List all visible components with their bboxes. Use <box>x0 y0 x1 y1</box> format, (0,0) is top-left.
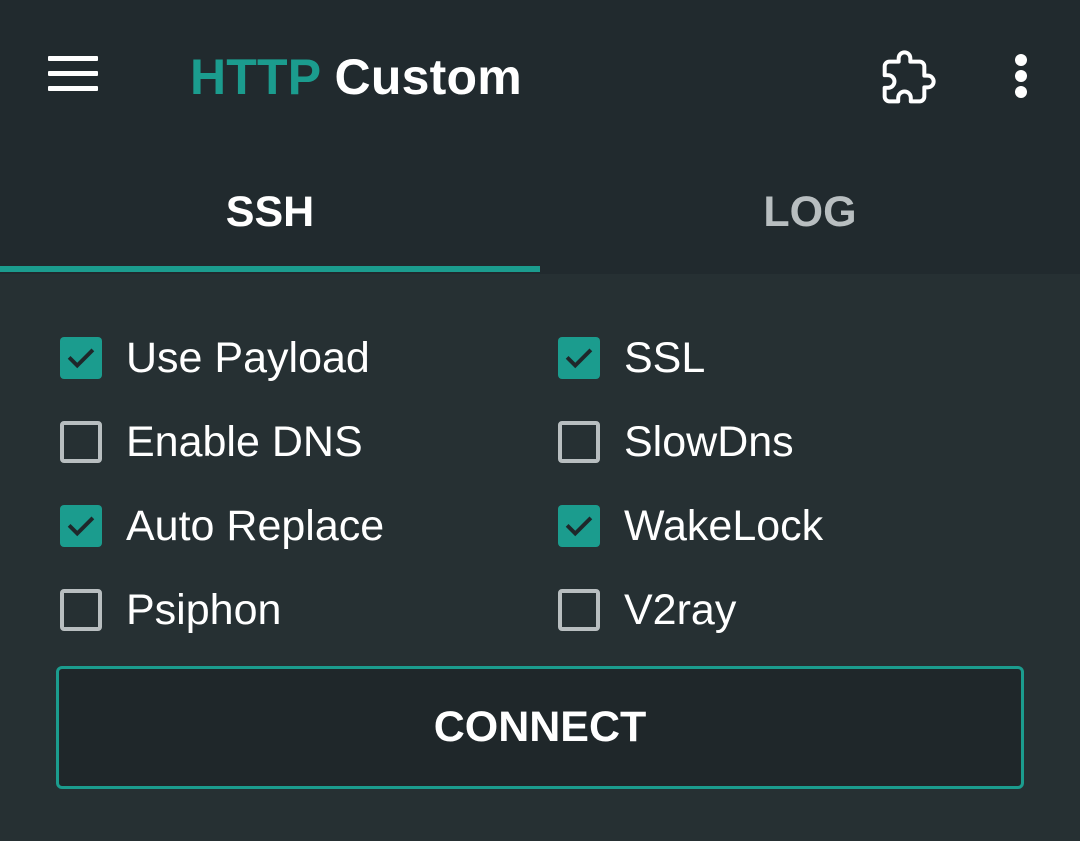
connect-button[interactable]: CONNECT <box>56 666 1024 789</box>
checkbox-checked-icon[interactable] <box>558 505 600 547</box>
option-slowdns[interactable]: SlowDns <box>558 412 794 472</box>
app-title: HTTP Custom <box>190 46 522 108</box>
option-label: V2ray <box>624 586 737 634</box>
option-label: Use Payload <box>126 334 370 382</box>
option-enable-dns[interactable]: Enable DNS <box>60 412 363 472</box>
option-label: WakeLock <box>624 502 824 550</box>
app-title-rest: Custom <box>334 49 522 105</box>
option-wakelock[interactable]: WakeLock <box>558 496 823 556</box>
tab-bar: SSH LOG <box>0 152 1080 274</box>
active-tab-indicator <box>0 266 540 272</box>
option-psiphon[interactable]: Psiphon <box>60 580 281 640</box>
tab-log[interactable]: LOG <box>540 152 1080 274</box>
app-toolbar: HTTP Custom <box>0 0 1080 152</box>
option-label: SSL <box>624 334 706 382</box>
option-v2ray[interactable]: V2ray <box>558 580 736 640</box>
tab-ssh[interactable]: SSH <box>0 152 540 274</box>
app-title-accent: HTTP <box>190 49 321 105</box>
hamburger-menu-icon[interactable] <box>48 56 98 92</box>
option-ssl[interactable]: SSL <box>558 328 705 388</box>
option-label: Enable DNS <box>126 418 363 466</box>
checkbox-unchecked-icon[interactable] <box>60 589 102 631</box>
more-vert-icon[interactable] <box>1006 50 1038 102</box>
checkbox-checked-icon[interactable] <box>60 337 102 379</box>
checkbox-checked-icon[interactable] <box>558 337 600 379</box>
option-label: Psiphon <box>126 586 282 634</box>
checkbox-checked-icon[interactable] <box>60 505 102 547</box>
checkbox-unchecked-icon[interactable] <box>558 421 600 463</box>
checkbox-unchecked-icon[interactable] <box>558 589 600 631</box>
option-auto-replace[interactable]: Auto Replace <box>60 496 384 556</box>
option-label: SlowDns <box>624 418 794 466</box>
option-use-payload[interactable]: Use Payload <box>60 328 370 388</box>
app-screen: HTTP Custom SSH LOG Use Payload SSL Enab… <box>0 0 1080 841</box>
puzzle-piece-icon[interactable] <box>880 50 936 106</box>
option-label: Auto Replace <box>126 502 385 550</box>
checkbox-unchecked-icon[interactable] <box>60 421 102 463</box>
